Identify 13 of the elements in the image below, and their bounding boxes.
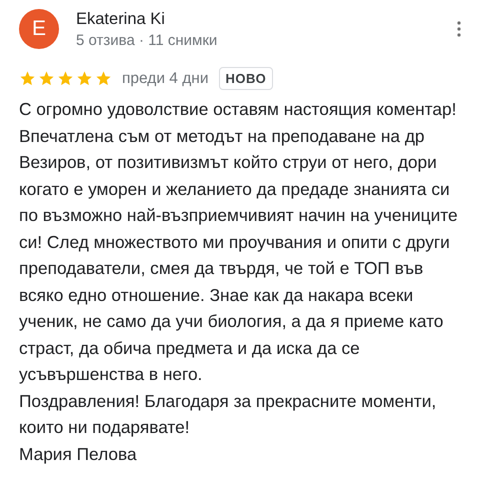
star-icon xyxy=(76,70,93,87)
author-stats: 5 отзива · 11 снимки xyxy=(76,32,218,49)
review-text: С огромно удоволствие оставям настоящия коментар! Впечатлена съм от методът на преподаване на др Везиров, от позитивизмът който струи от него, дори когато е уморен и желанието да предаде знанията си по възможно най-възприемчивият начин на учениците си! След множеството ми проучвания и опити с други преподаватели, смея да твърдя, че той е ТОП във всяко едно отношение. Знае как да накара всеки ученик, не само да учи биология, а да я приеме като страст, да обича предмета и да иска да се усъвършенства в него. xyxy=(19,98,459,386)
star-icon xyxy=(95,70,112,87)
star-icon xyxy=(19,70,36,87)
review-time: преди 4 дни xyxy=(122,70,208,88)
star-icon xyxy=(38,70,55,87)
review-text: Мария Пелова xyxy=(19,442,138,466)
star-icon xyxy=(57,70,74,87)
review-text: Поздравления! Благодаря за прекрасните моменти, които ни подарявате! xyxy=(19,390,438,439)
new-badge: НОВО xyxy=(218,67,274,90)
avatar[interactable]: E xyxy=(19,8,59,48)
author-name[interactable]: Ekaterina Ki xyxy=(76,10,434,29)
